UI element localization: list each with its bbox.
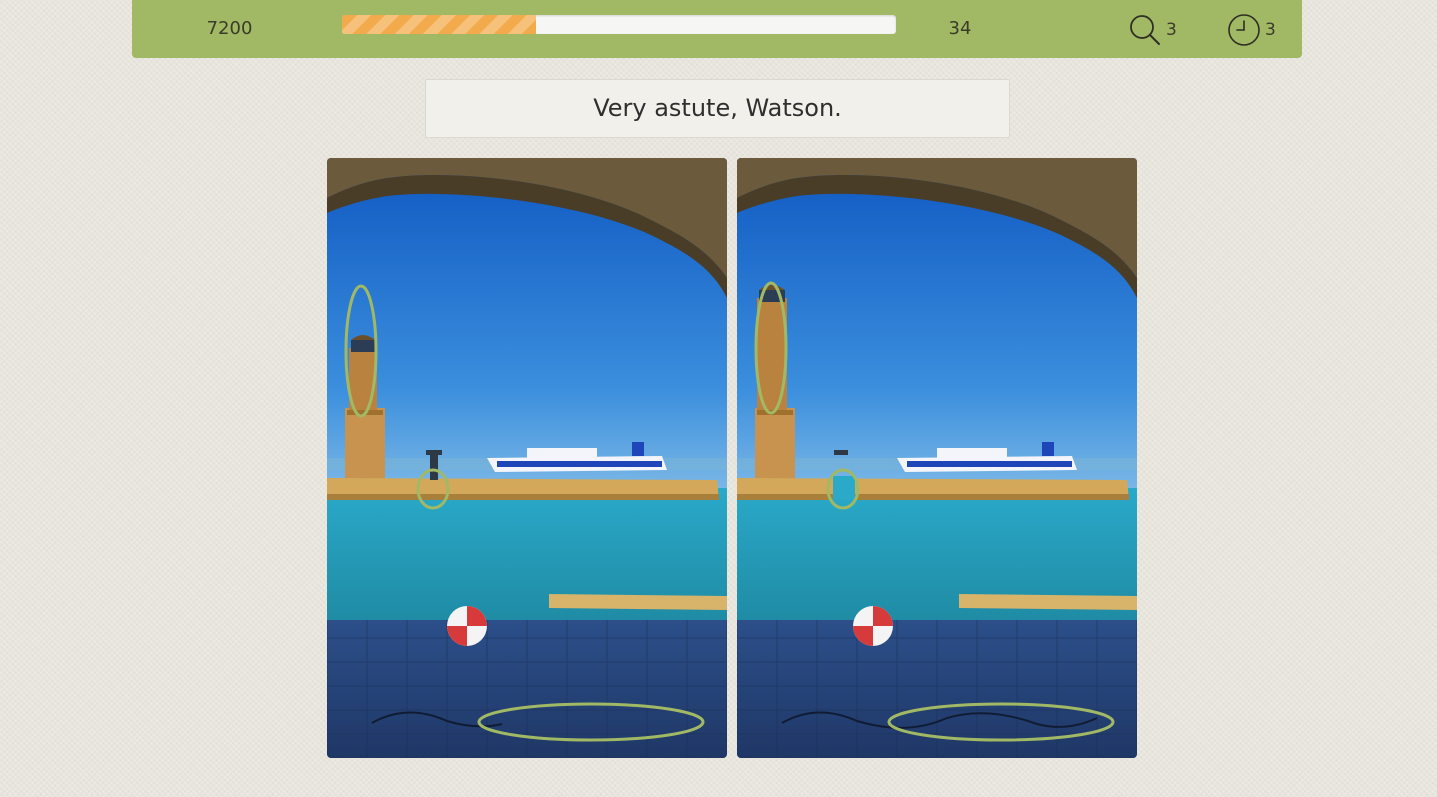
feedback-message: Very astute, Watson. — [425, 79, 1010, 138]
magnifier-icon — [1128, 13, 1162, 47]
time-bonus-button[interactable]: 3 — [1227, 14, 1276, 46]
timer-value: 34 — [948, 18, 972, 39]
hint-button[interactable]: 3 — [1128, 14, 1177, 46]
right-image-panel[interactable] — [737, 158, 1137, 758]
time-bonus-count: 3 — [1265, 20, 1276, 40]
hint-count: 3 — [1166, 20, 1177, 40]
progress-fill — [342, 15, 536, 34]
left-image-panel[interactable] — [327, 158, 727, 758]
clock-icon — [1227, 13, 1261, 47]
progress-bar — [342, 15, 896, 34]
score-value: 7200 — [206, 18, 253, 39]
beach-ball — [447, 606, 487, 646]
top-bar: 7200 34 3 3 — [132, 0, 1302, 58]
beach-ball — [853, 606, 893, 646]
